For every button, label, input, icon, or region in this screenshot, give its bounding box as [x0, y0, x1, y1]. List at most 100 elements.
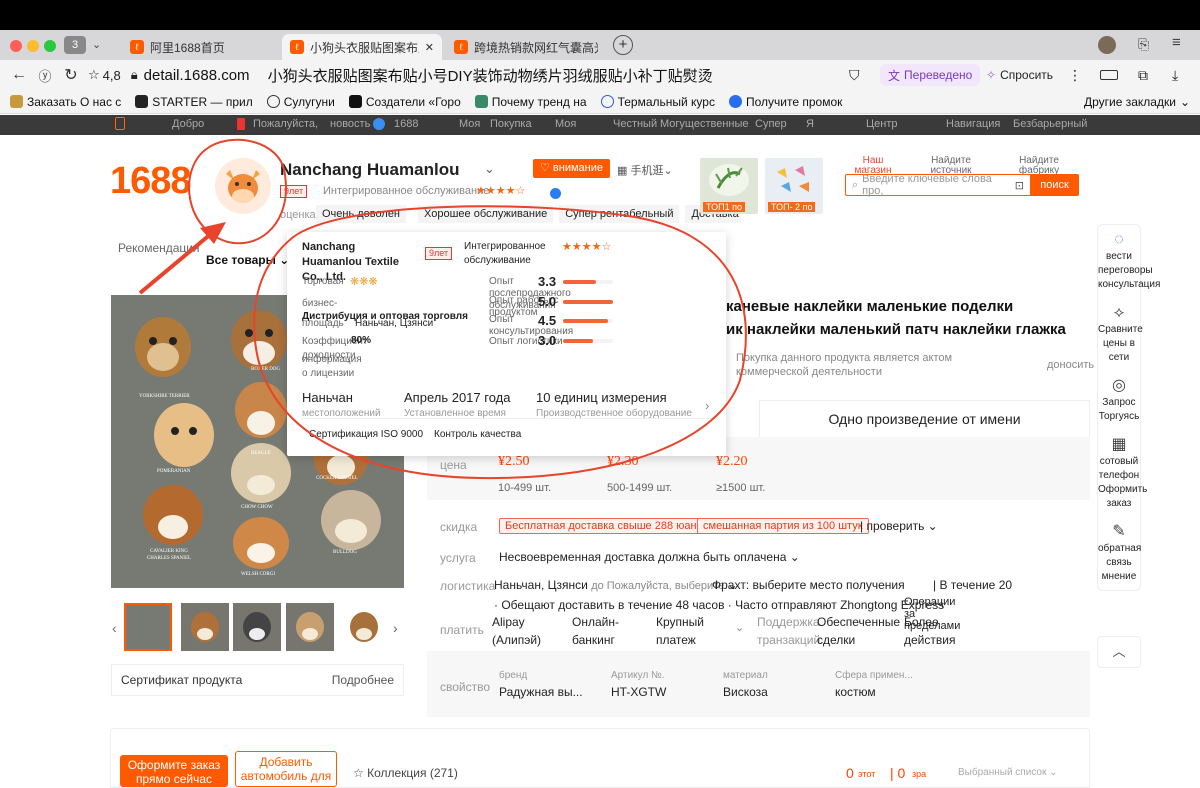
thumbnail[interactable] — [124, 603, 172, 651]
bookmark-item[interactable]: Термальный курс — [600, 95, 715, 109]
thumb-prev-icon[interactable]: ‹ — [112, 620, 117, 636]
collection-link[interactable]: ☆ Коллекция (271) — [353, 766, 458, 780]
bookmark-item[interactable]: Заказать О нас с — [10, 95, 121, 109]
sidebar-compare[interactable]: ⟡ Сравните цены в сети — [1098, 298, 1143, 371]
pay-online-banking[interactable]: Онлайн-банкинг — [572, 613, 628, 649]
bookmark-item[interactable]: Почему тренд на — [474, 95, 587, 109]
scroll-top-button[interactable]: ︿ — [1097, 636, 1141, 668]
reload-icon[interactable]: ↻ — [58, 65, 84, 85]
bookmark-item[interactable]: STARTER — прил — [135, 95, 253, 109]
sidebar-feedback[interactable]: ✎ обратная связь мнение — [1098, 517, 1141, 590]
profile-avatar[interactable] — [1098, 36, 1116, 54]
nav-item[interactable]: Безбарьерный — [1013, 118, 1087, 130]
check-link[interactable]: | проверить ⌄ — [860, 519, 938, 533]
popup-next-icon[interactable]: › — [705, 398, 709, 413]
pay-alipay[interactable]: Alipay (Алипэй) — [492, 613, 548, 649]
nav-item[interactable]: Покупка — [490, 118, 532, 130]
order-now-button[interactable]: Оформите заказ прямо сейчас — [120, 755, 228, 787]
selected-list[interactable]: Выбранный список ⌄ — [958, 767, 1058, 778]
breed-label: CAVALIER KING CHARLES SPANIEL — [146, 549, 192, 561]
shop-avatar[interactable] — [215, 158, 271, 214]
yandex-icon[interactable]: ⓨ — [32, 66, 58, 85]
service-dropdown[interactable]: Несвоевременная доставка должна быть опл… — [499, 550, 800, 564]
back-icon[interactable]: ← — [6, 66, 32, 84]
close-tab-icon[interactable]: ✕ — [425, 41, 434, 54]
nav-item[interactable]: Пожалуйста, — [253, 118, 318, 130]
close-window-icon[interactable] — [10, 40, 22, 52]
thumbnail[interactable] — [286, 603, 334, 651]
bookmark-icon[interactable]: ⛉ — [849, 67, 860, 84]
follow-label: внимание — [552, 162, 604, 174]
shop-search-input[interactable]: ⌕ Введите ключевые слова про, ⊡ — [845, 173, 1030, 197]
thumbnail[interactable] — [340, 603, 388, 651]
nav-item[interactable]: Я — [806, 118, 814, 130]
ask-button[interactable]: ✧ Спросить — [978, 64, 1061, 86]
bookmark-item[interactable]: Создатели «Горо — [348, 95, 461, 109]
download-icon[interactable]: ⤓ — [1172, 67, 1178, 84]
popup-integrated: Интегрированное обслуживание — [464, 241, 546, 266]
site-logo[interactable]: 1688 — [110, 160, 192, 203]
extensions-icon[interactable]: ⧉ — [1138, 67, 1148, 84]
other-bookmarks[interactable]: Другие закладки ⌄ — [1084, 95, 1190, 109]
follow-button[interactable]: ♡ внимание — [533, 159, 611, 178]
more-icon[interactable]: ⋮ — [1068, 67, 1082, 84]
integrated-service: Интегрированное обслуживание — [323, 185, 490, 197]
tab-product[interactable]: ℓ 小狗头衣服贴图案布贴小 ✕ — [282, 34, 442, 60]
pay-large[interactable]: Крупный платеж — [656, 613, 712, 649]
nav-item[interactable]: 1688 — [394, 118, 418, 130]
logistics-route[interactable]: Наньчан, Цзянси до Пожалуйста, выберите … — [494, 578, 738, 592]
tab-1688-home[interactable]: ℓ 阿里1688首页 — [122, 34, 277, 60]
battery-icon[interactable] — [1100, 70, 1118, 80]
url-domain[interactable]: detail.1688.com — [144, 67, 250, 84]
thumbnail[interactable] — [233, 603, 281, 651]
translate-button[interactable]: 文 Переведено — [880, 64, 981, 86]
count-zra-value: 0 — [897, 765, 906, 781]
nav-item[interactable]: Могущественные — [660, 118, 749, 130]
bookmark-page-icon[interactable]: ⎘ — [1138, 36, 1149, 53]
shop-name[interactable]: Nanchang Huamanlou — [280, 160, 459, 180]
certificate-row[interactable]: Сертификат продукта Подробнее — [111, 664, 404, 696]
search-button[interactable]: поиск — [1030, 174, 1079, 196]
camera-icon[interactable]: ⊡ — [1015, 179, 1024, 192]
top-product-2[interactable]: ТОП- 2 по — [765, 158, 823, 214]
criteria-tab[interactable]: Супер рентабельный — [559, 205, 680, 223]
criteria-tab[interactable]: Хорошее обслуживание — [418, 205, 554, 223]
tabs-dropdown-icon[interactable]: ⌄ — [92, 38, 101, 51]
nav-item[interactable]: Моя — [459, 118, 480, 130]
add-to-cart-button[interactable]: Добавить автомобиль для — [235, 751, 337, 787]
minimize-window-icon[interactable] — [27, 40, 39, 52]
sidebar-mobile-order[interactable]: ▦ сотовый телефон Оформить заказ — [1098, 430, 1147, 517]
mobile-browse-link[interactable]: ▦ 手机逛⌄ — [617, 162, 673, 178]
maximize-window-icon[interactable] — [44, 40, 56, 52]
shop-dropdown-icon[interactable]: ⌄ — [484, 161, 495, 177]
all-goods-tab[interactable]: Все товары ⌄ — [206, 253, 289, 267]
nav-item[interactable]: Честный — [613, 118, 657, 130]
recommend-tab[interactable]: Рекомендация — [118, 241, 200, 255]
menu-icon[interactable]: ≡ — [1172, 34, 1181, 51]
criteria-tab[interactable]: Очень доволен — [316, 205, 407, 223]
report-link[interactable]: доносить — [1047, 359, 1094, 371]
search-factory[interactable]: Найдите фабрику — [1013, 156, 1065, 176]
nav-item[interactable]: новость — [330, 118, 370, 130]
new-tab-icon[interactable]: + — [613, 35, 633, 55]
tab-count-badge[interactable]: 3 — [64, 36, 86, 54]
thumbnail[interactable] — [181, 603, 229, 651]
sidebar-bargain[interactable]: ◎ Запрос Торгуясь — [1098, 371, 1140, 430]
tab-single-item[interactable]: Одно произведение от имени — [759, 400, 1090, 437]
pay-dropdown-icon[interactable]: ⌄ — [735, 621, 744, 634]
nav-item[interactable]: Супер — [755, 118, 787, 130]
nav-item[interactable]: Центр — [866, 118, 898, 130]
top-product-1[interactable]: ТОП1 по — [700, 158, 758, 214]
tab-lipgloss[interactable]: ℓ 跨境热销款网红气囊高光唇 — [446, 34, 606, 60]
details-link[interactable]: Подробнее — [332, 673, 394, 687]
nav-item[interactable]: Добро — [172, 118, 204, 130]
patch-pomeranian — [154, 403, 214, 467]
mobile-icon[interactable] — [115, 117, 125, 130]
popup-license-chevron-icon[interactable]: › — [347, 355, 350, 366]
sidebar-consult[interactable]: ◌ вести переговоры консультация — [1098, 225, 1160, 298]
thumb-next-icon[interactable]: › — [393, 620, 398, 636]
nav-item[interactable]: Навигация — [946, 118, 1000, 130]
bookmark-item[interactable]: Сулугуни — [266, 95, 335, 109]
bookmark-item[interactable]: Получите промок — [728, 95, 842, 109]
nav-item[interactable]: Моя — [555, 118, 576, 130]
